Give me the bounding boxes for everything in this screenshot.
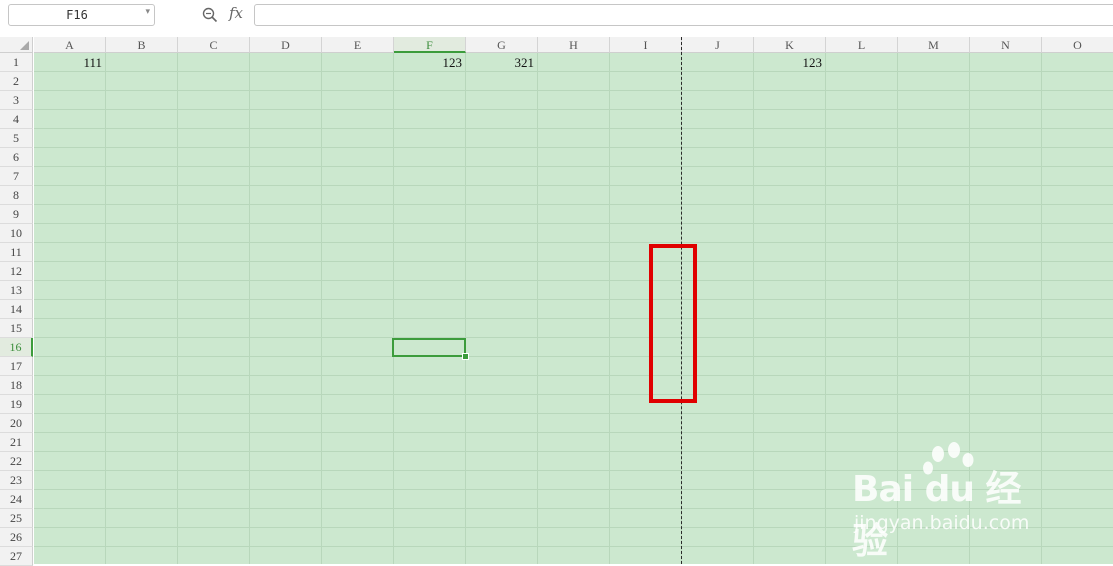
chevron-down-icon[interactable]: ▾	[145, 7, 150, 17]
row-header-20[interactable]: 20	[0, 414, 33, 433]
row-header-27[interactable]: 27	[0, 547, 33, 566]
column-header-e[interactable]: E	[322, 37, 394, 53]
column-header-c[interactable]: C	[178, 37, 250, 53]
row-header-16[interactable]: 16	[0, 338, 33, 357]
row-header-21[interactable]: 21	[0, 433, 33, 452]
row-header-4[interactable]: 4	[0, 110, 33, 129]
annotation-highlight-rect	[649, 244, 697, 403]
column-header-f[interactable]: F	[394, 37, 466, 53]
row-header-15[interactable]: 15	[0, 319, 33, 338]
row-header-3[interactable]: 3	[0, 91, 33, 110]
row-header-18[interactable]: 18	[0, 376, 33, 395]
cell-k1[interactable]: 123	[754, 55, 823, 71]
watermark-url: jingyan.baidu.com	[854, 512, 1030, 534]
row-header-25[interactable]: 25	[0, 509, 33, 528]
column-header-g[interactable]: G	[466, 37, 538, 53]
active-cell[interactable]	[392, 338, 466, 357]
row-header-7[interactable]: 7	[0, 167, 33, 186]
name-box[interactable]: F16 ▾	[8, 4, 155, 26]
column-header-h[interactable]: H	[538, 37, 610, 53]
row-header-9[interactable]: 9	[0, 205, 33, 224]
column-header-b[interactable]: B	[106, 37, 178, 53]
baidu-jingyan-watermark: Bai du 经验 jingyan.baidu.com	[852, 440, 1052, 562]
row-header-11[interactable]: 11	[0, 243, 33, 262]
column-header-m[interactable]: M	[898, 37, 970, 53]
row-header-19[interactable]: 19	[0, 395, 33, 414]
column-header-k[interactable]: K	[754, 37, 826, 53]
zoom-icon[interactable]	[202, 7, 218, 23]
select-all-corner[interactable]	[0, 37, 33, 53]
cell-f1[interactable]: 123	[394, 55, 463, 71]
row-header-12[interactable]: 12	[0, 262, 33, 281]
row-header-26[interactable]: 26	[0, 528, 33, 547]
formula-bar: F16 ▾ fx	[0, 0, 1113, 34]
row-header-8[interactable]: 8	[0, 186, 33, 205]
row-header-10[interactable]: 10	[0, 224, 33, 243]
row-header-13[interactable]: 13	[0, 281, 33, 300]
column-header-d[interactable]: D	[250, 37, 322, 53]
row-header-22[interactable]: 22	[0, 452, 33, 471]
name-box-value: F16	[66, 8, 88, 22]
fx-icon[interactable]: fx	[229, 4, 243, 22]
row-header-2[interactable]: 2	[0, 72, 33, 91]
row-header-6[interactable]: 6	[0, 148, 33, 167]
column-header-i[interactable]: I	[610, 37, 682, 53]
column-header-j[interactable]: J	[682, 37, 754, 53]
cell-g1[interactable]: 321	[466, 55, 535, 71]
column-header-a[interactable]: A	[34, 37, 106, 53]
fill-handle[interactable]	[462, 353, 469, 360]
formula-input[interactable]	[254, 4, 1113, 26]
row-header-5[interactable]: 5	[0, 129, 33, 148]
row-header-14[interactable]: 14	[0, 300, 33, 319]
row-header-1[interactable]: 1	[0, 53, 33, 72]
cell-a1[interactable]: 111	[34, 55, 102, 71]
column-header-o[interactable]: O	[1042, 37, 1113, 53]
row-header-17[interactable]: 17	[0, 357, 33, 376]
row-header-24[interactable]: 24	[0, 490, 33, 509]
row-header-23[interactable]: 23	[0, 471, 33, 490]
column-header-n[interactable]: N	[970, 37, 1042, 53]
column-header-l[interactable]: L	[826, 37, 898, 53]
